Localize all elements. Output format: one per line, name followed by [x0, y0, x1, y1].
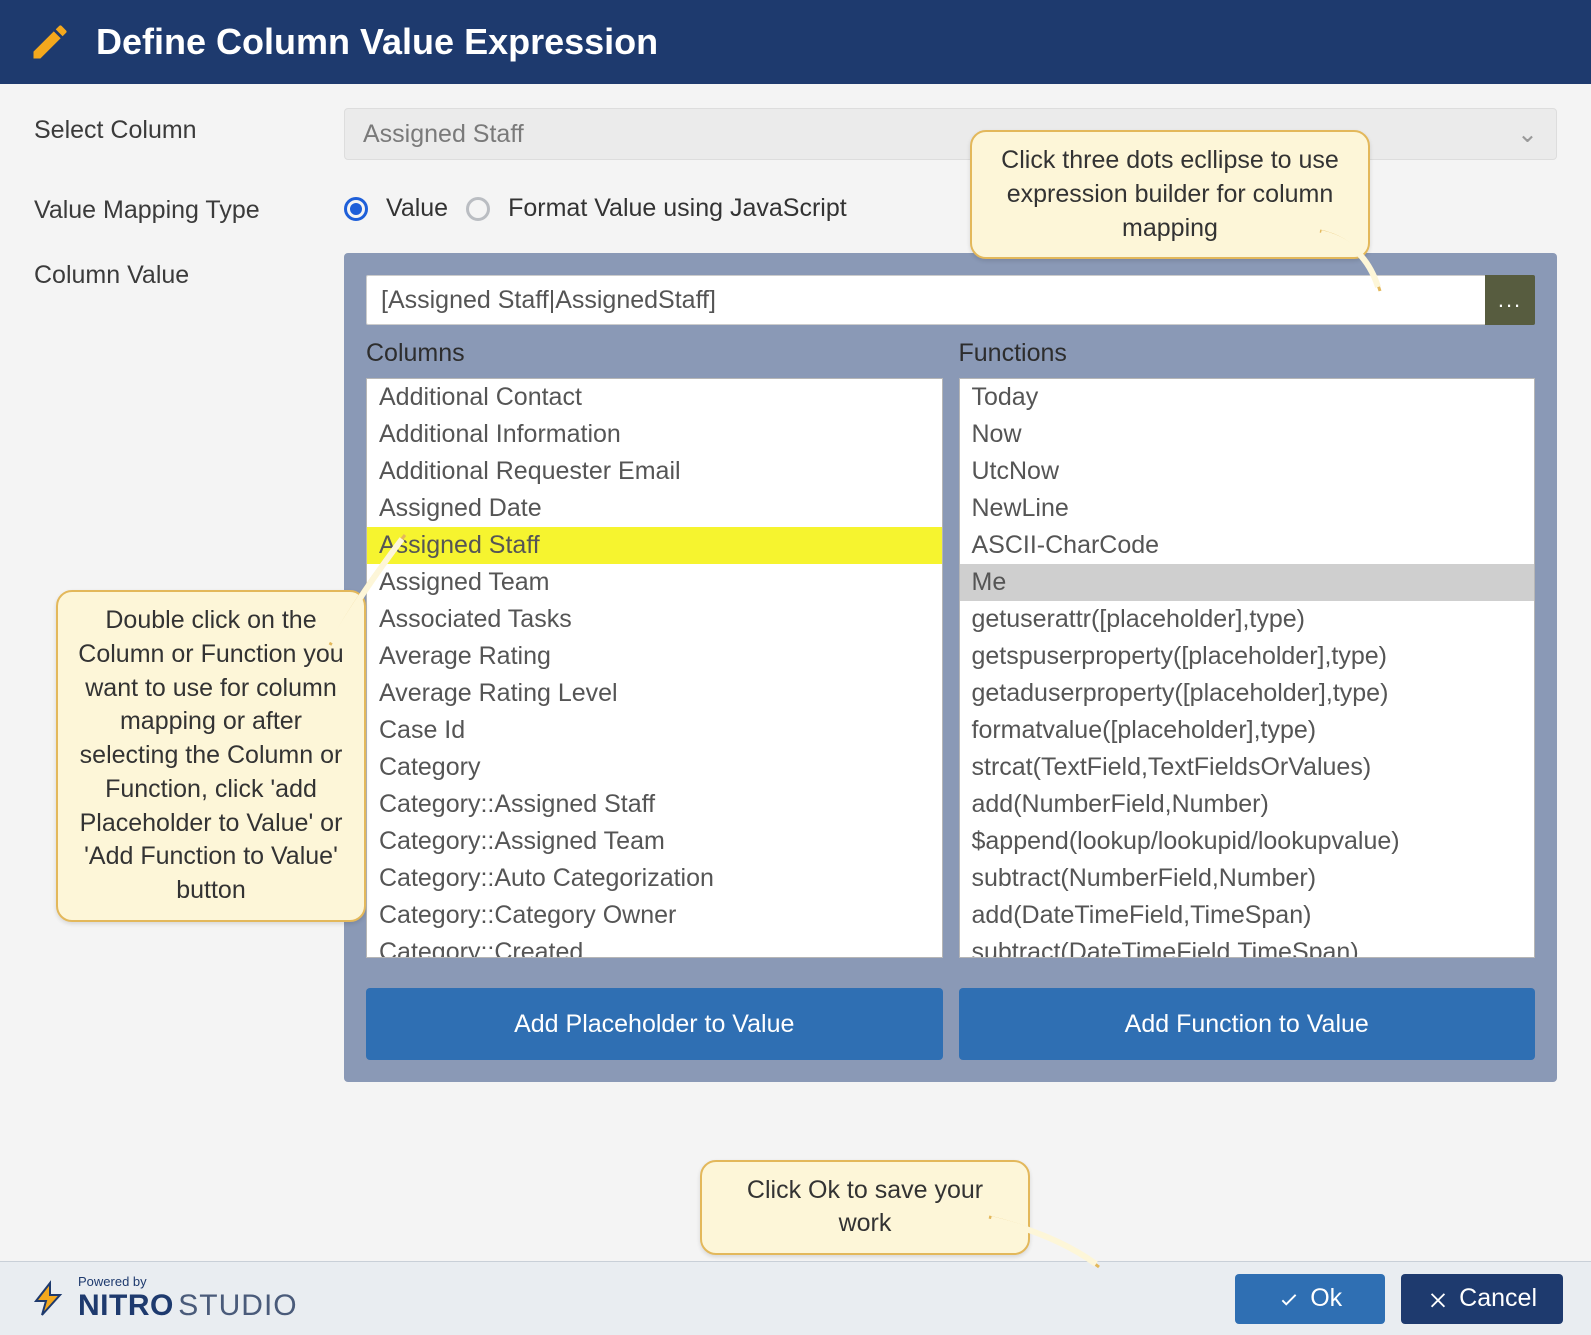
list-item[interactable]: subtract(NumberField,Number) — [960, 860, 1535, 897]
list-item[interactable]: Average Rating Level — [367, 675, 942, 712]
list-item[interactable]: add(NumberField,Number) — [960, 786, 1535, 823]
label-mapping-type: Value Mapping Type — [34, 188, 344, 225]
add-function-button[interactable]: Add Function to Value — [959, 988, 1536, 1060]
dialog-header: Define Column Value Expression — [0, 0, 1591, 84]
chevron-down-icon: ⌄ — [1517, 119, 1538, 149]
radio-value[interactable] — [344, 197, 368, 221]
list-item[interactable]: Now — [960, 416, 1535, 453]
radio-js[interactable] — [466, 197, 490, 221]
radio-js-label: Format Value using JavaScript — [508, 194, 847, 223]
columns-listbox[interactable]: Additional ContactAdditional Information… — [366, 378, 943, 958]
cancel-button[interactable]: Cancel — [1401, 1274, 1563, 1324]
list-item[interactable]: Category::Assigned Team — [367, 823, 942, 860]
expression-builder: [Assigned Staff|AssignedStaff] ... Colum… — [344, 253, 1557, 1082]
list-item[interactable]: NewLine — [960, 490, 1535, 527]
list-item[interactable]: UtcNow — [960, 453, 1535, 490]
ellipsis-button[interactable]: ... — [1485, 275, 1535, 325]
list-item[interactable]: Assigned Staff — [367, 527, 942, 564]
list-item[interactable]: getaduserproperty([placeholder],type) — [960, 675, 1535, 712]
list-item[interactable]: Me — [960, 564, 1535, 601]
list-item[interactable]: Category::Auto Categorization — [367, 860, 942, 897]
select-column-value: Assigned Staff — [363, 120, 524, 149]
list-item[interactable]: subtract(DateTimeField,TimeSpan) — [960, 934, 1535, 958]
functions-title: Functions — [959, 339, 1536, 368]
brand-nitro: NITRO — [78, 1289, 174, 1322]
list-item[interactable]: Case Id — [367, 712, 942, 749]
powered-by-label: Powered by — [78, 1274, 298, 1289]
list-item[interactable]: ASCII-CharCode — [960, 527, 1535, 564]
brand-studio: STUDIO — [178, 1289, 297, 1322]
list-item[interactable]: Average Rating — [367, 638, 942, 675]
list-item[interactable]: Associated Tasks — [367, 601, 942, 638]
list-item[interactable]: Category — [367, 749, 942, 786]
check-icon — [1278, 1288, 1300, 1310]
list-item[interactable]: Category::Created — [367, 934, 942, 958]
list-item[interactable]: Assigned Team — [367, 564, 942, 601]
dialog-title: Define Column Value Expression — [96, 21, 658, 63]
list-item[interactable]: formatvalue([placeholder],type) — [960, 712, 1535, 749]
list-item[interactable]: Additional Contact — [367, 379, 942, 416]
list-item[interactable]: Additional Requester Email — [367, 453, 942, 490]
nitro-icon — [28, 1279, 68, 1319]
select-column-dropdown[interactable]: Assigned Staff ⌄ — [344, 108, 1557, 160]
list-item[interactable]: getspuserproperty([placeholder],type) — [960, 638, 1535, 675]
list-item[interactable]: Today — [960, 379, 1535, 416]
list-item[interactable]: add(DateTimeField,TimeSpan) — [960, 897, 1535, 934]
list-item[interactable]: Assigned Date — [367, 490, 942, 527]
list-item[interactable]: Category::Category Owner — [367, 897, 942, 934]
columns-title: Columns — [366, 339, 943, 368]
callout-ok: Click Ok to save your work — [700, 1160, 1030, 1256]
callout-doubleclick: Double click on the Column or Function y… — [56, 590, 366, 922]
functions-panel: Functions TodayNowUtcNowNewLineASCII-Cha… — [959, 339, 1536, 958]
list-item[interactable]: getuserattr([placeholder],type) — [960, 601, 1535, 638]
ok-label: Ok — [1310, 1284, 1342, 1313]
brand-logo: Powered by NITRO STUDIO — [28, 1274, 298, 1323]
add-placeholder-button[interactable]: Add Placeholder to Value — [366, 988, 943, 1060]
functions-listbox[interactable]: TodayNowUtcNowNewLineASCII-CharCodeMeget… — [959, 378, 1536, 958]
columns-panel: Columns Additional ContactAdditional Inf… — [366, 339, 943, 958]
label-select-column: Select Column — [34, 108, 344, 145]
dialog-footer: Powered by NITRO STUDIO Ok Cancel — [0, 1261, 1591, 1335]
list-item[interactable]: Additional Information — [367, 416, 942, 453]
close-icon — [1427, 1288, 1449, 1310]
radio-value-label: Value — [386, 194, 448, 223]
callout-ellipsis: Click three dots ecllipse to use express… — [970, 130, 1370, 259]
list-item[interactable]: strcat(TextField,TextFieldsOrValues) — [960, 749, 1535, 786]
list-item[interactable]: Category::Assigned Staff — [367, 786, 942, 823]
pencil-icon — [26, 18, 74, 66]
radio-group-mapping: Value Format Value using JavaScript — [344, 188, 1557, 223]
cancel-label: Cancel — [1459, 1284, 1537, 1313]
list-item[interactable]: $append(lookup/lookupid/lookupvalue) — [960, 823, 1535, 860]
label-column-value: Column Value — [34, 253, 344, 290]
ok-button[interactable]: Ok — [1235, 1274, 1385, 1324]
